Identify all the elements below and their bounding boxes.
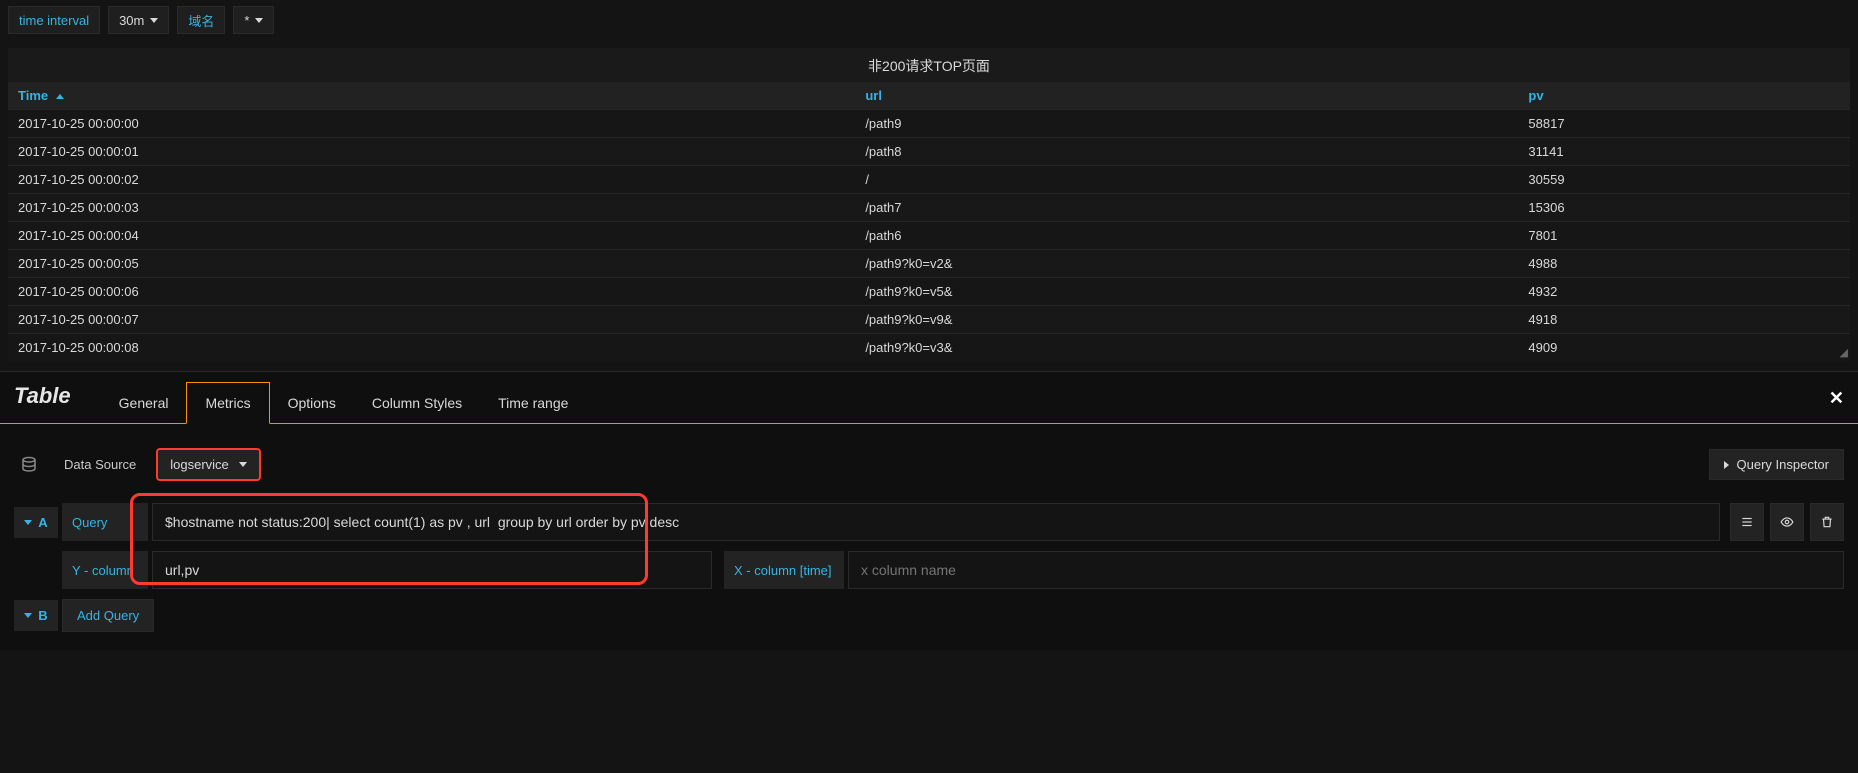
value: * <box>244 13 249 28</box>
cell-time: 2017-10-25 00:00:07 <box>8 306 855 334</box>
chevron-down-icon <box>24 520 32 525</box>
cell-time: 2017-10-25 00:00:06 <box>8 278 855 306</box>
query-input[interactable] <box>152 503 1720 541</box>
menu-icon[interactable] <box>1730 503 1764 541</box>
cell-time: 2017-10-25 00:00:03 <box>8 194 855 222</box>
table-row[interactable]: 2017-10-25 00:00:03/path715306 <box>8 194 1850 222</box>
cell-pv: 30559 <box>1518 166 1850 194</box>
cell-time: 2017-10-25 00:00:00 <box>8 110 855 138</box>
editor-tabs: Table General Metrics Options Column Sty… <box>0 372 1858 424</box>
query-row-a-cols: Y - column X - column [time] <box>14 551 1844 589</box>
tab-column-styles[interactable]: Column Styles <box>354 383 480 423</box>
cell-url: /path9?k0=v3& <box>855 334 1518 362</box>
var-hostname-value[interactable]: * <box>233 6 274 34</box>
cell-pv: 4988 <box>1518 250 1850 278</box>
cell-pv: 4918 <box>1518 306 1850 334</box>
cell-pv: 7801 <box>1518 222 1850 250</box>
letter: B <box>38 608 47 623</box>
query-row-a: A Query <box>14 503 1844 541</box>
cell-time: 2017-10-25 00:00:08 <box>8 334 855 362</box>
table-header-row: Time url pv <box>8 82 1850 110</box>
cell-pv: 4909 <box>1518 334 1850 362</box>
data-table: Time url pv 2017-10-25 00:00:00/path9588… <box>8 82 1850 361</box>
chevron-down-icon <box>255 18 263 23</box>
table-row[interactable]: 2017-10-25 00:00:05/path9?k0=v2&4988 <box>8 250 1850 278</box>
resize-handle-icon[interactable]: ◢ <box>1840 346 1848 359</box>
sort-asc-icon <box>56 94 64 99</box>
query-actions <box>1730 503 1844 541</box>
cell-time: 2017-10-25 00:00:05 <box>8 250 855 278</box>
chevron-down-icon <box>150 18 158 23</box>
letter: A <box>38 515 47 530</box>
cell-time: 2017-10-25 00:00:02 <box>8 166 855 194</box>
tab-options[interactable]: Options <box>270 383 354 423</box>
var-time-interval-label[interactable]: time interval <box>8 6 100 34</box>
cell-time: 2017-10-25 00:00:01 <box>8 138 855 166</box>
label: 域名 <box>188 11 214 30</box>
tab-general[interactable]: General <box>101 383 187 423</box>
table-panel: 非200请求TOP页面 Time url pv 2017-10-25 00:00… <box>8 48 1850 361</box>
cell-url: /path8 <box>855 138 1518 166</box>
var-hostname-label[interactable]: 域名 <box>177 6 225 34</box>
query-inspector-button[interactable]: Query Inspector <box>1709 449 1845 480</box>
trash-icon[interactable] <box>1810 503 1844 541</box>
var-time-interval-value[interactable]: 30m <box>108 6 169 34</box>
cell-url: /path9?k0=v2& <box>855 250 1518 278</box>
cell-url: /path7 <box>855 194 1518 222</box>
cell-url: /path9?k0=v5& <box>855 278 1518 306</box>
table-row[interactable]: 2017-10-25 00:00:06/path9?k0=v5&4932 <box>8 278 1850 306</box>
query-toggle-a[interactable]: A <box>14 507 57 538</box>
value: 30m <box>119 13 144 28</box>
tab-time-range[interactable]: Time range <box>480 383 586 423</box>
cell-pv: 4932 <box>1518 278 1850 306</box>
add-query-button[interactable]: Add Query <box>62 599 154 632</box>
table-row[interactable]: 2017-10-25 00:00:00/path958817 <box>8 110 1850 138</box>
col-url[interactable]: url <box>855 82 1518 110</box>
table-row[interactable]: 2017-10-25 00:00:07/path9?k0=v9&4918 <box>8 306 1850 334</box>
col-time[interactable]: Time <box>8 82 855 110</box>
ycolumn-label: Y - column <box>62 551 148 589</box>
xcolumn-input[interactable] <box>848 551 1844 589</box>
label: time interval <box>19 13 89 28</box>
query-toggle-b[interactable]: B <box>14 600 57 631</box>
panel-title: 非200请求TOP页面 <box>8 48 1850 82</box>
datasource-row: Data Source logservice Query Inspector <box>0 424 1858 489</box>
query-label: Query <box>62 503 148 541</box>
datasource-value: logservice <box>170 457 229 472</box>
cell-url: /path9?k0=v9& <box>855 306 1518 334</box>
cell-time: 2017-10-25 00:00:04 <box>8 222 855 250</box>
ycolumn-input[interactable] <box>152 551 712 589</box>
query-rows: A Query Y - column X - column <box>0 489 1858 650</box>
table-row[interactable]: 2017-10-25 00:00:04/path67801 <box>8 222 1850 250</box>
tab-metrics[interactable]: Metrics <box>186 382 269 424</box>
datasource-select[interactable]: logservice <box>156 448 261 481</box>
template-vars-toolbar: time interval 30m 域名 * <box>0 0 1858 40</box>
table-row[interactable]: 2017-10-25 00:00:08/path9?k0=v3&4909 <box>8 334 1850 362</box>
database-icon <box>14 450 44 480</box>
cell-url: /path6 <box>855 222 1518 250</box>
chevron-down-icon <box>24 613 32 618</box>
editor-title: Table <box>14 383 71 423</box>
cell-pv: 31141 <box>1518 138 1850 166</box>
cell-pv: 15306 <box>1518 194 1850 222</box>
cell-pv: 58817 <box>1518 110 1850 138</box>
panel-editor: Table General Metrics Options Column Sty… <box>0 371 1858 650</box>
eye-icon[interactable] <box>1770 503 1804 541</box>
query-row-b: B Add Query <box>14 599 1844 632</box>
close-icon[interactable]: ✕ <box>1829 388 1844 409</box>
xcolumn-label: X - column [time] <box>724 551 844 589</box>
cell-url: / <box>855 166 1518 194</box>
cell-url: /path9 <box>855 110 1518 138</box>
datasource-label: Data Source <box>58 457 142 472</box>
col-pv[interactable]: pv <box>1518 82 1850 110</box>
chevron-right-icon <box>1724 461 1729 469</box>
chevron-down-icon <box>239 462 247 467</box>
table-row[interactable]: 2017-10-25 00:00:02/30559 <box>8 166 1850 194</box>
table-row[interactable]: 2017-10-25 00:00:01/path831141 <box>8 138 1850 166</box>
label: Query Inspector <box>1737 457 1830 472</box>
